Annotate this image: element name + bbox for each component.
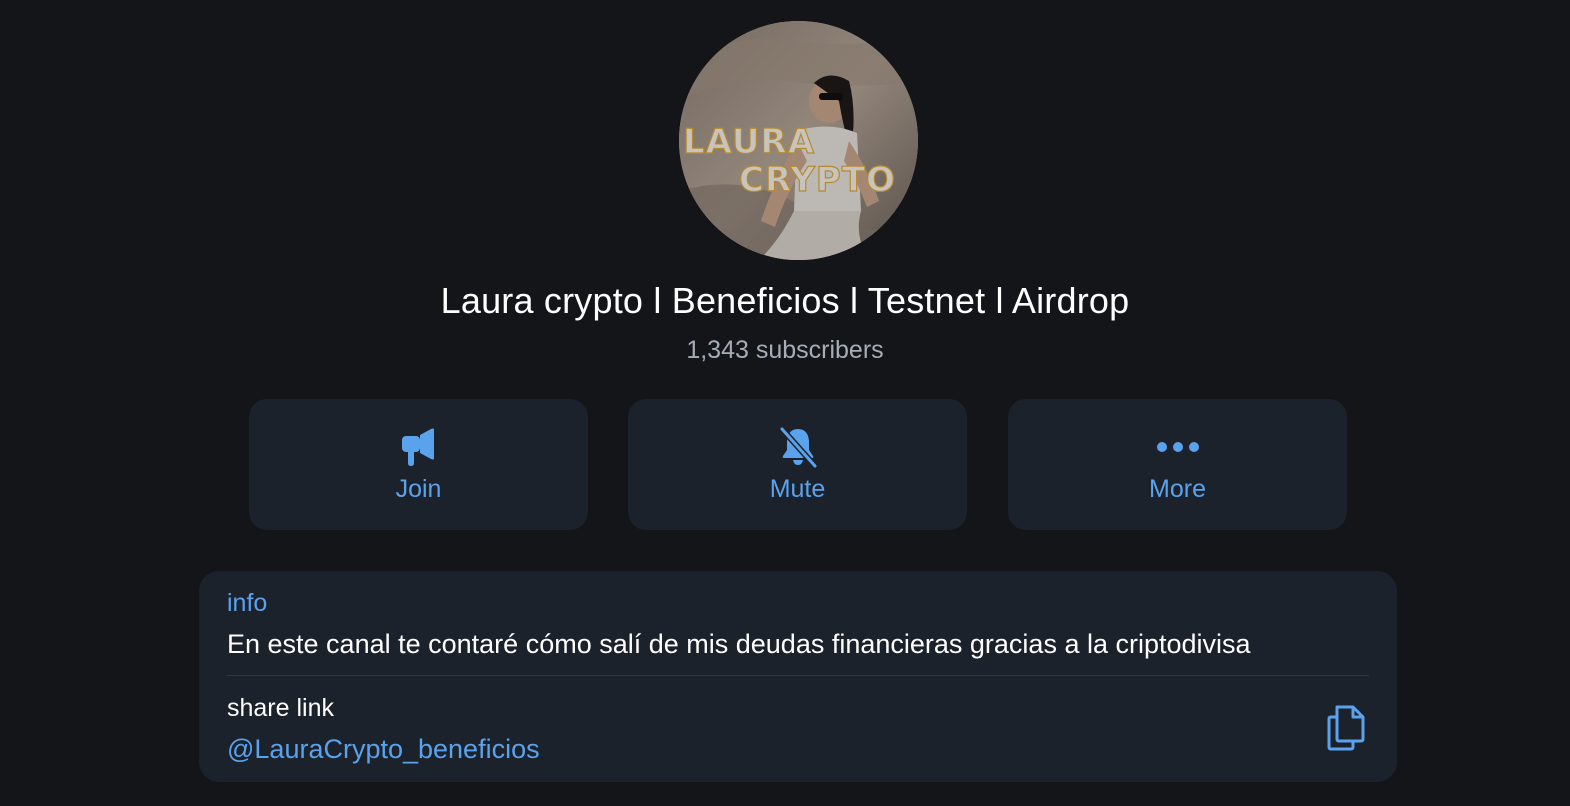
mute-label: Mute bbox=[769, 475, 826, 503]
more-dots-icon bbox=[1156, 425, 1200, 469]
mute-button[interactable]: Mute bbox=[628, 399, 967, 530]
info-label: info bbox=[227, 589, 268, 617]
share-link[interactable]: @LauraCrypto_beneficios bbox=[227, 734, 540, 765]
channel-info-card: info En este canal te contaré cómo salí … bbox=[199, 571, 1397, 782]
join-label: Join bbox=[395, 475, 442, 503]
share-link-label: share link bbox=[227, 694, 334, 722]
channel-avatar[interactable]: LAURA CRYPTO bbox=[679, 21, 918, 260]
subscriber-count: 1,343 subscribers bbox=[686, 336, 884, 364]
divider bbox=[227, 675, 1369, 676]
copy-icon[interactable] bbox=[1325, 705, 1367, 751]
megaphone-icon bbox=[400, 425, 438, 469]
bell-off-icon bbox=[778, 425, 818, 469]
more-button[interactable]: More bbox=[1008, 399, 1347, 530]
join-button[interactable]: Join bbox=[249, 399, 588, 530]
channel-title: Laura crypto l Beneficios l Testnet l Ai… bbox=[440, 280, 1130, 321]
avatar-image: LAURA CRYPTO bbox=[679, 21, 918, 260]
more-label: More bbox=[1149, 475, 1206, 503]
channel-description[interactable]: En este canal te contaré cómo salí de mi… bbox=[227, 629, 1251, 660]
